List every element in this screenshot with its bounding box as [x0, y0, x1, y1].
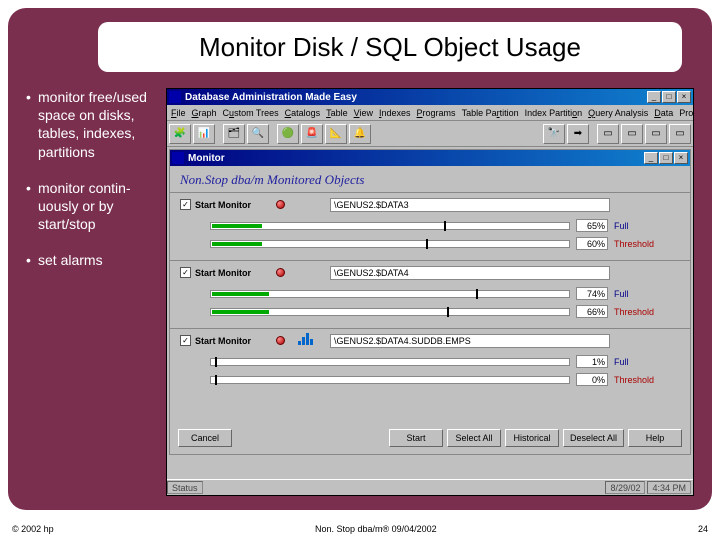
menubar: File Graph Custom Trees Catalogs Table V… [167, 105, 693, 121]
toolbar-button[interactable]: 📊 [193, 124, 215, 144]
menu-item[interactable]: Table [326, 108, 348, 118]
bullet-item: monitor contin-uously or by start/stop [26, 179, 156, 234]
help-button[interactable]: Help [628, 429, 682, 447]
close-button[interactable]: × [674, 152, 688, 164]
button-row: Cancel Start Select All Historical Desel… [170, 426, 690, 450]
bars-icon[interactable] [298, 333, 313, 345]
toolbar-button[interactable]: 🟢 [277, 124, 299, 144]
object-path-field[interactable]: \GENUS2.$DATA4 [330, 266, 610, 280]
menu-item[interactable]: Custom Trees [223, 108, 279, 118]
monitor-row: ✓Start Monitor \GENUS2.$DATA4.SUDDB.EMPS… [170, 328, 690, 396]
historical-button[interactable]: Historical [505, 429, 559, 447]
toolbar-button[interactable]: ➡ [567, 124, 589, 144]
app-titlebar: Database Administration Made Easy _ □ × [167, 89, 693, 105]
menu-item[interactable]: Profile [679, 108, 693, 118]
toolbar-button[interactable]: ▭ [669, 124, 691, 144]
menu-item[interactable]: Graph [192, 108, 217, 118]
threshold-gauge [210, 376, 570, 384]
status-lamp-icon [276, 336, 285, 345]
toolbar-button[interactable]: ▭ [597, 124, 619, 144]
status-label: Status [167, 481, 203, 494]
close-button[interactable]: × [677, 91, 691, 103]
slide-title-box: Monitor Disk / SQL Object Usage [98, 22, 682, 72]
full-label: Full [614, 357, 662, 367]
cancel-button[interactable]: Cancel [178, 429, 232, 447]
full-gauge [210, 222, 570, 230]
toolbar-button[interactable]: 🔍 [247, 124, 269, 144]
monitor-heading: Non.Stop dba/m Monitored Objects [170, 166, 690, 192]
threshold-label: Threshold [614, 239, 662, 249]
footer-left: © 2002 hp [12, 524, 54, 534]
menu-item[interactable]: Indexes [379, 108, 411, 118]
slide-footer: © 2002 hp Non. Stop dba/m® 09/04/2002 24 [12, 524, 708, 534]
threshold-percent: 60% [576, 237, 608, 250]
toolbar-button[interactable]: 🧩 [169, 124, 191, 144]
toolbar-button[interactable]: 🔭 [543, 124, 565, 144]
threshold-gauge [210, 308, 570, 316]
subwindow-titlebar: Monitor _ □ × [170, 150, 690, 166]
threshold-label: Threshold [614, 307, 662, 317]
minimize-button[interactable]: _ [644, 152, 658, 164]
menu-item[interactable]: Table Partition [462, 108, 519, 118]
toolbar-button[interactable]: ▭ [621, 124, 643, 144]
full-label: Full [614, 289, 662, 299]
bullet-item: set alarms [26, 251, 156, 269]
menu-item[interactable]: Index Partition [525, 108, 583, 118]
toolbar-button[interactable]: 📐 [325, 124, 347, 144]
maximize-button[interactable]: □ [659, 152, 673, 164]
footer-right: 24 [698, 524, 708, 534]
menu-item[interactable]: Programs [417, 108, 456, 118]
monitor-row: ✓Start Monitor \GENUS2.$DATA3 65% Full 6… [170, 192, 690, 260]
full-gauge [210, 358, 570, 366]
start-monitor-checkbox[interactable]: ✓Start Monitor [180, 199, 251, 210]
monitor-subwindow: Monitor _ □ × Non.Stop dba/m Monitored O… [169, 149, 691, 455]
object-path-field[interactable]: \GENUS2.$DATA3 [330, 198, 610, 212]
threshold-label: Threshold [614, 375, 662, 385]
toolbar-button[interactable]: ▭ [645, 124, 667, 144]
start-monitor-checkbox[interactable]: ✓Start Monitor [180, 335, 251, 346]
start-monitor-checkbox[interactable]: ✓Start Monitor [180, 267, 251, 278]
status-lamp-icon [276, 268, 285, 277]
slide-title: Monitor Disk / SQL Object Usage [199, 32, 581, 63]
start-button[interactable]: Start [389, 429, 443, 447]
statusbar: Status 8/29/02 4:34 PM [167, 479, 693, 495]
minimize-button[interactable]: _ [647, 91, 661, 103]
bullet-item: monitor free/used space on disks, tables… [26, 88, 156, 161]
status-time: 4:34 PM [647, 481, 691, 494]
maximize-button[interactable]: □ [662, 91, 676, 103]
full-percent: 1% [576, 355, 608, 368]
toolbar-button[interactable]: 🔔 [349, 124, 371, 144]
menu-item[interactable]: Catalogs [285, 108, 321, 118]
full-percent: 65% [576, 219, 608, 232]
toolbar-button[interactable]: 🚨 [301, 124, 323, 144]
toolbar-button[interactable]: 🗂 [223, 124, 245, 144]
threshold-percent: 0% [576, 373, 608, 386]
subwindow-icon [172, 152, 184, 164]
monitor-row: ✓Start Monitor \GENUS2.$DATA4 74% Full 6… [170, 260, 690, 328]
threshold-gauge [210, 240, 570, 248]
slide-background: Monitor Disk / SQL Object Usage monitor … [8, 8, 712, 510]
status-date: 8/29/02 [605, 481, 645, 494]
status-lamp-icon [276, 200, 285, 209]
menu-item[interactable]: Query Analysis [588, 108, 648, 118]
app-icon [169, 91, 181, 103]
toolbar: 🧩 📊 🗂 🔍 🟢 🚨 📐 🔔 🔭 ➡ ▭ ▭ ▭ ▭ [167, 121, 693, 147]
bullet-list: monitor free/used space on disks, tables… [26, 88, 156, 288]
menu-item[interactable]: View [354, 108, 373, 118]
app-title: Database Administration Made Easy [185, 92, 647, 103]
menu-item[interactable]: Data [654, 108, 673, 118]
object-path-field[interactable]: \GENUS2.$DATA4.SUDDB.EMPS [330, 334, 610, 348]
deselect-all-button[interactable]: Deselect All [563, 429, 624, 447]
select-all-button[interactable]: Select All [447, 429, 501, 447]
full-gauge [210, 290, 570, 298]
footer-center: Non. Stop dba/m® 09/04/2002 [315, 524, 437, 534]
threshold-percent: 66% [576, 305, 608, 318]
subwindow-title: Monitor [188, 153, 644, 164]
full-percent: 74% [576, 287, 608, 300]
menu-item[interactable]: File [171, 108, 186, 118]
full-label: Full [614, 221, 662, 231]
app-window: Database Administration Made Easy _ □ × … [166, 88, 694, 496]
